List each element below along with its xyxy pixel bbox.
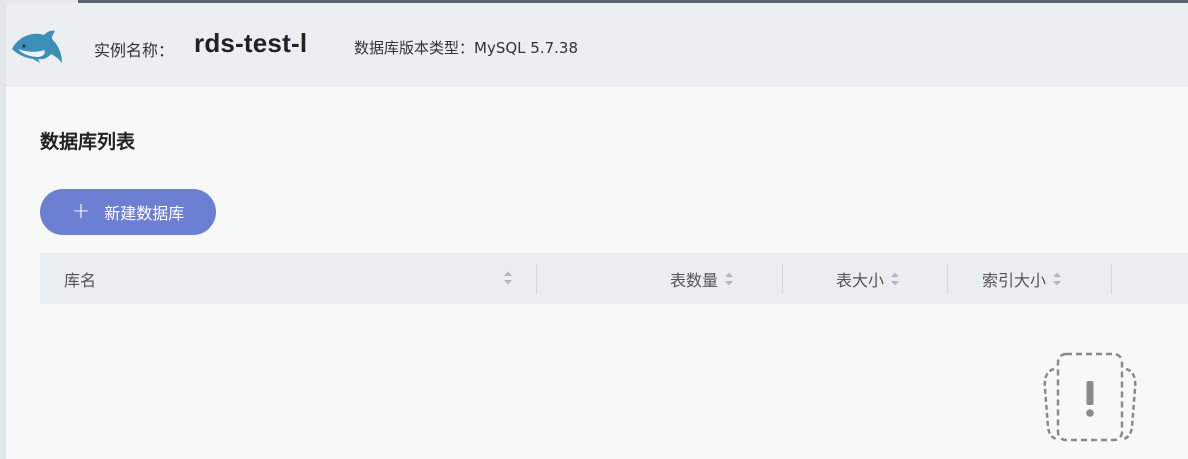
new-database-label: 新建数据库 (104, 204, 185, 223)
column-header-name[interactable]: 库名 (64, 253, 96, 304)
db-version-info: 数据库版本类型：MySQL 5.7.38 (354, 39, 578, 57)
instance-name: rds-test-l (194, 28, 308, 58)
sort-icon (1053, 272, 1062, 285)
plus-icon: + (71, 199, 91, 224)
column-header-index-size[interactable]: 索引大小 (982, 253, 1062, 304)
column-label: 索引大小 (982, 270, 1047, 290)
sort-icon (891, 272, 900, 285)
column-header-table-count[interactable]: 表数量 (670, 253, 734, 304)
instance-header: 实例名称： rds-test-l 数据库版本类型：MySQL 5.7.38 (6, 3, 1188, 87)
column-divider (536, 264, 537, 294)
main-content: 数据库列表 + 新建数据库 库名 表数量 表大小 索引大小 (6, 87, 1188, 459)
table-header: 库名 表数量 表大小 索引大小 (40, 253, 1188, 304)
new-database-button[interactable]: + 新建数据库 (40, 189, 216, 235)
column-divider (947, 264, 948, 294)
section-title: 数据库列表 (40, 131, 136, 153)
empty-state-icon (1043, 352, 1137, 442)
sort-icon[interactable] (503, 270, 513, 286)
dolphin-logo-icon (12, 30, 62, 63)
column-divider (782, 264, 783, 294)
column-label: 表数量 (670, 270, 719, 290)
column-header-table-size[interactable]: 表大小 (836, 253, 900, 304)
column-label: 库名 (64, 270, 97, 290)
column-label: 表大小 (836, 270, 885, 290)
sort-icon (725, 272, 734, 285)
instance-name-label: 实例名称： (94, 41, 175, 60)
column-divider (1111, 264, 1112, 294)
